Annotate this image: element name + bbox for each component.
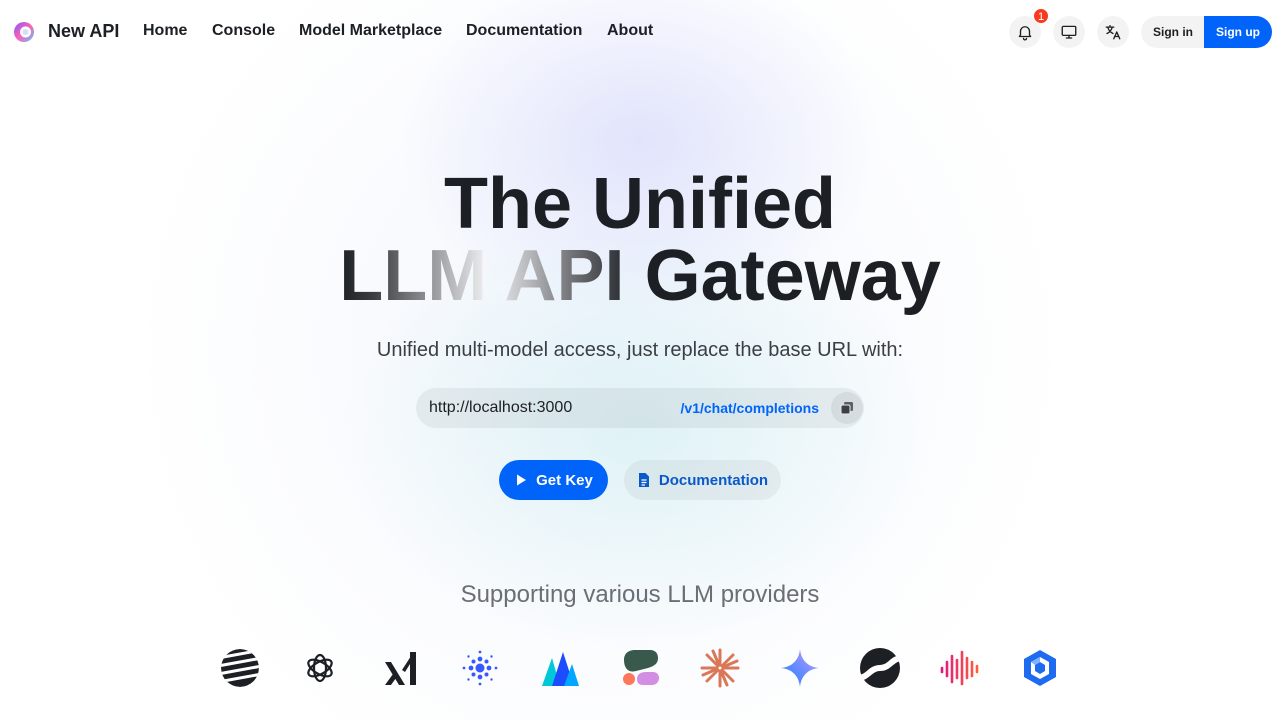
base-url-value[interactable]: http://localhost:3000: [429, 399, 572, 417]
volcengine-icon: [540, 648, 580, 688]
wenxin-icon: [1020, 648, 1060, 688]
top-navigation: New API Home Console Model Marketplace D…: [0, 0, 1280, 64]
documentation-label: Documentation: [658, 471, 769, 489]
minimax-icon: [940, 648, 980, 688]
language-button[interactable]: [1097, 16, 1129, 48]
providers-heading: Supporting various LLM providers: [460, 581, 820, 608]
hero-subtitle: Unified multi-model access, just replace…: [376, 339, 904, 361]
monitor-icon: [1061, 25, 1077, 39]
hero-title-llm: LLM: [339, 236, 488, 316]
hero-title-shimmer: LLM API: [339, 236, 624, 316]
hero-title-gateway: Gateway: [644, 236, 941, 316]
brand-name[interactable]: New API: [48, 21, 119, 42]
bell-icon: [1018, 26, 1032, 41]
zhipu-icon: [460, 648, 500, 688]
nav-link-model-marketplace[interactable]: Model Marketplace: [299, 22, 442, 40]
nav-link-home[interactable]: Home: [143, 22, 187, 40]
hero-title-line-1: The Unified: [444, 164, 836, 244]
translate-icon: [1105, 24, 1121, 40]
hero-title-line-2: LLM API Gateway: [0, 240, 1280, 312]
claude-icon: [700, 648, 740, 688]
documentation-button[interactable]: Documentation: [624, 460, 781, 500]
get-key-button[interactable]: Get Key: [499, 460, 608, 500]
theme-toggle-button[interactable]: [1053, 16, 1085, 48]
get-key-label: Get Key: [536, 471, 593, 489]
copy-icon: [840, 402, 853, 415]
openai-icon: [300, 648, 340, 688]
endpoint-path: /v1/chat/completions: [680, 400, 819, 416]
sign-up-button[interactable]: Sign up: [1204, 16, 1272, 48]
copy-url-button[interactable]: [831, 392, 863, 424]
suno-icon: [860, 648, 900, 688]
nav-link-console[interactable]: Console: [212, 22, 275, 40]
sign-in-button[interactable]: Sign in: [1141, 16, 1205, 48]
notification-badge: 1: [1033, 8, 1049, 24]
cohere-icon: [620, 648, 660, 688]
play-icon: [517, 474, 527, 486]
base-url-field[interactable]: http://localhost:3000 /v1/chat/completio…: [416, 388, 864, 428]
moonshot-icon: [220, 648, 260, 688]
document-icon: [638, 473, 649, 487]
hero-title-api: API: [504, 236, 625, 316]
gemini-icon: [780, 648, 820, 688]
xai-icon: [380, 648, 420, 688]
nav-link-documentation[interactable]: Documentation: [466, 22, 582, 40]
nav-link-about[interactable]: About: [607, 22, 653, 40]
new-api-logo-icon[interactable]: [12, 20, 36, 44]
